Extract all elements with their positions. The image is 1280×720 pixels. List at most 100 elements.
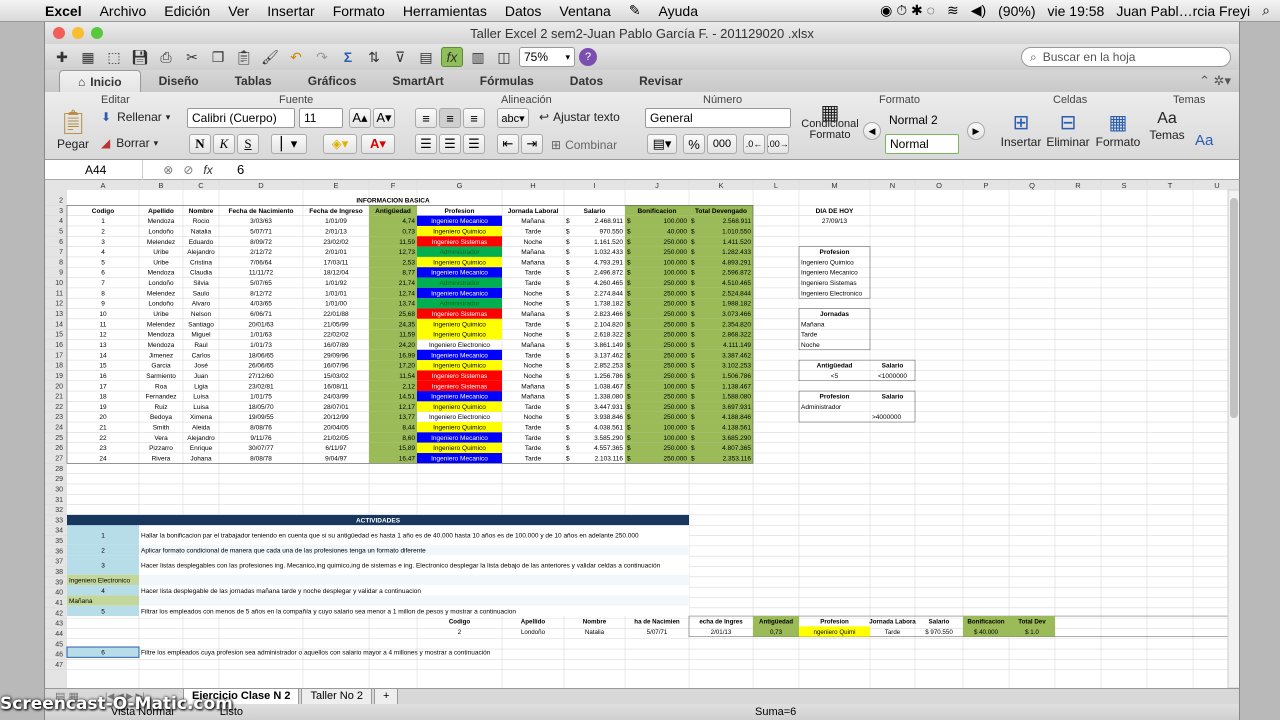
menu-app[interactable]: Excel [36,3,91,19]
row-header-36[interactable]: 36 [55,548,63,555]
row-header-42[interactable]: 42 [55,610,63,617]
new-icon[interactable]: ✚ [51,47,73,67]
style-normal2[interactable]: Normal 2 [885,110,959,130]
toolbox-icon[interactable]: ▤ [415,47,437,67]
volume-icon[interactable]: ◀) [971,2,986,19]
tab-datos[interactable]: Datos [552,70,621,92]
row-header-5[interactable]: 5 [59,228,63,235]
menu-ayuda[interactable]: Ayuda [650,3,707,19]
help-icon[interactable]: ? [579,48,597,66]
row-header-23[interactable]: 23 [55,414,63,421]
merge-button[interactable]: ⊞ Combinar [551,138,617,152]
wifi-icon[interactable]: ≋ [947,2,959,19]
column-header-A[interactable]: A [100,181,105,190]
row-header-24[interactable]: 24 [55,425,63,432]
column-header-I[interactable]: I [593,181,595,190]
sheet-canvas[interactable]: A B C D E F G H I J K L M N O P Q R S T U2345678910111213141… [45,180,1240,688]
formula-builder-icon[interactable]: fx [441,47,463,67]
row-header-37[interactable]: 37 [55,559,63,566]
row-header-38[interactable]: 38 [55,569,63,576]
filter-icon[interactable]: ⊽ [389,47,411,67]
sort-icon[interactable]: ⇅ [363,47,385,67]
row-header-34[interactable]: 34 [55,528,63,535]
redo-icon[interactable]: ↷ [311,47,333,67]
row-header-27[interactable]: 27 [55,456,63,463]
scroll-thumb[interactable] [1230,198,1238,418]
menu-edicion[interactable]: Edición [155,3,219,19]
row-header-30[interactable]: 30 [55,486,63,493]
copy-icon[interactable]: ❐ [207,47,229,67]
status-icons[interactable]: ◉ ⏱ ✱ ◌ [880,2,935,19]
row-header-8[interactable]: 8 [59,259,63,266]
tab-formulas[interactable]: Fórmulas [462,70,552,92]
column-header-M[interactable]: M [831,181,837,190]
row-header-2[interactable]: 2 [59,198,63,205]
row-header-21[interactable]: 21 [55,394,63,401]
conditional-format-button[interactable]: ▦ Condicional Formato [801,103,859,141]
sheet-search[interactable]: ⌕ Buscar en la hoja [1021,47,1231,67]
search-input[interactable]: Buscar en la hoja [1043,50,1136,64]
row-header-18[interactable]: 18 [55,363,63,370]
column-header-E[interactable]: E [333,181,338,190]
menu-ventana[interactable]: Ventana [550,3,619,19]
align-right-icon[interactable]: ☰ [463,134,485,154]
row-header-29[interactable]: 29 [55,476,63,483]
column-header-G[interactable]: G [457,181,463,190]
styles-prev-button[interactable]: ◀ [863,122,881,140]
confirm-icon[interactable]: ⊘ [183,163,193,177]
clock[interactable]: vie 19:58 [1048,3,1105,19]
column-header-O[interactable]: O [936,181,942,190]
currency-format-button[interactable]: ▤▾ [647,134,677,154]
font-name-select[interactable]: Calibri (Cuerpo) [187,108,295,128]
percent-button[interactable]: % [683,134,705,154]
row-header-3[interactable]: 3 [59,208,63,215]
fx-icon[interactable]: fx [203,163,212,177]
row-header-39[interactable]: 39 [55,579,63,586]
cancel-icon[interactable]: ⊗ [163,163,173,177]
open-icon[interactable]: ⬚ [103,47,125,67]
italic-button[interactable]: K [213,134,235,154]
column-header-J[interactable]: J [655,181,659,190]
undo-icon[interactable]: ↶ [285,47,307,67]
row-header-16[interactable]: 16 [55,342,63,349]
row-header-26[interactable]: 26 [55,445,63,452]
fill-button[interactable]: ⬇ Rellenar ▾ [101,110,170,124]
format-cells-button[interactable]: ▦ Formato [1095,110,1141,149]
thousands-button[interactable]: 000 [707,134,737,154]
column-header-L[interactable]: L [774,181,778,190]
gallery-icon[interactable]: ▥ [467,47,489,67]
increase-font-button[interactable]: A▴ [349,108,371,128]
column-header-P[interactable]: P [983,181,988,190]
borders-button[interactable]: ▏▾ [271,134,307,154]
bold-button[interactable]: N [189,134,211,154]
decrease-font-button[interactable]: A▾ [373,108,395,128]
template-icon[interactable]: ▦ [77,47,99,67]
style-normal[interactable]: Normal [885,134,959,154]
zoom-field[interactable]: 75% ▾ [519,47,575,67]
row-header-20[interactable]: 20 [55,383,63,390]
menu-datos[interactable]: Datos [496,3,551,19]
row-header-32[interactable]: 32 [55,507,63,514]
column-header-H[interactable]: H [530,181,535,190]
tab-diseno[interactable]: Diseño [141,70,217,92]
row-header-17[interactable]: 17 [55,352,63,359]
clear-button[interactable]: ◢ Borrar ▾ [101,136,158,150]
row-header-31[interactable]: 31 [55,497,63,504]
format-painter-icon[interactable]: 🖌︎ [259,47,281,67]
menu-ver[interactable]: Ver [219,3,258,19]
align-bottom-icon[interactable]: ≡ [463,108,485,128]
spreadsheet-grid[interactable]: A B C D E F G H I J K L M N O P Q R S T U 2 3 4 5 6 7 8 9 10 11 12 13 14 1… [44,180,1240,688]
tab-smartart[interactable]: SmartArt [374,70,461,92]
row-header-44[interactable]: 44 [55,631,63,638]
column-header-B[interactable]: B [158,181,163,190]
cut-icon[interactable]: ✂ [181,47,203,67]
user-name[interactable]: Juan Pabl…rcia Freyi [1116,3,1250,19]
row-header-25[interactable]: 25 [55,435,63,442]
column-header-D[interactable]: D [258,181,264,190]
autosum-icon[interactable]: Σ [337,47,359,67]
tab-inicio[interactable]: ⌂ Inicio [59,70,141,92]
row-header-10[interactable]: 10 [55,280,63,287]
save-icon[interactable]: 💾︎ [129,47,151,67]
menu-insertar[interactable]: Insertar [258,3,323,19]
row-header-4[interactable]: 4 [59,218,63,225]
